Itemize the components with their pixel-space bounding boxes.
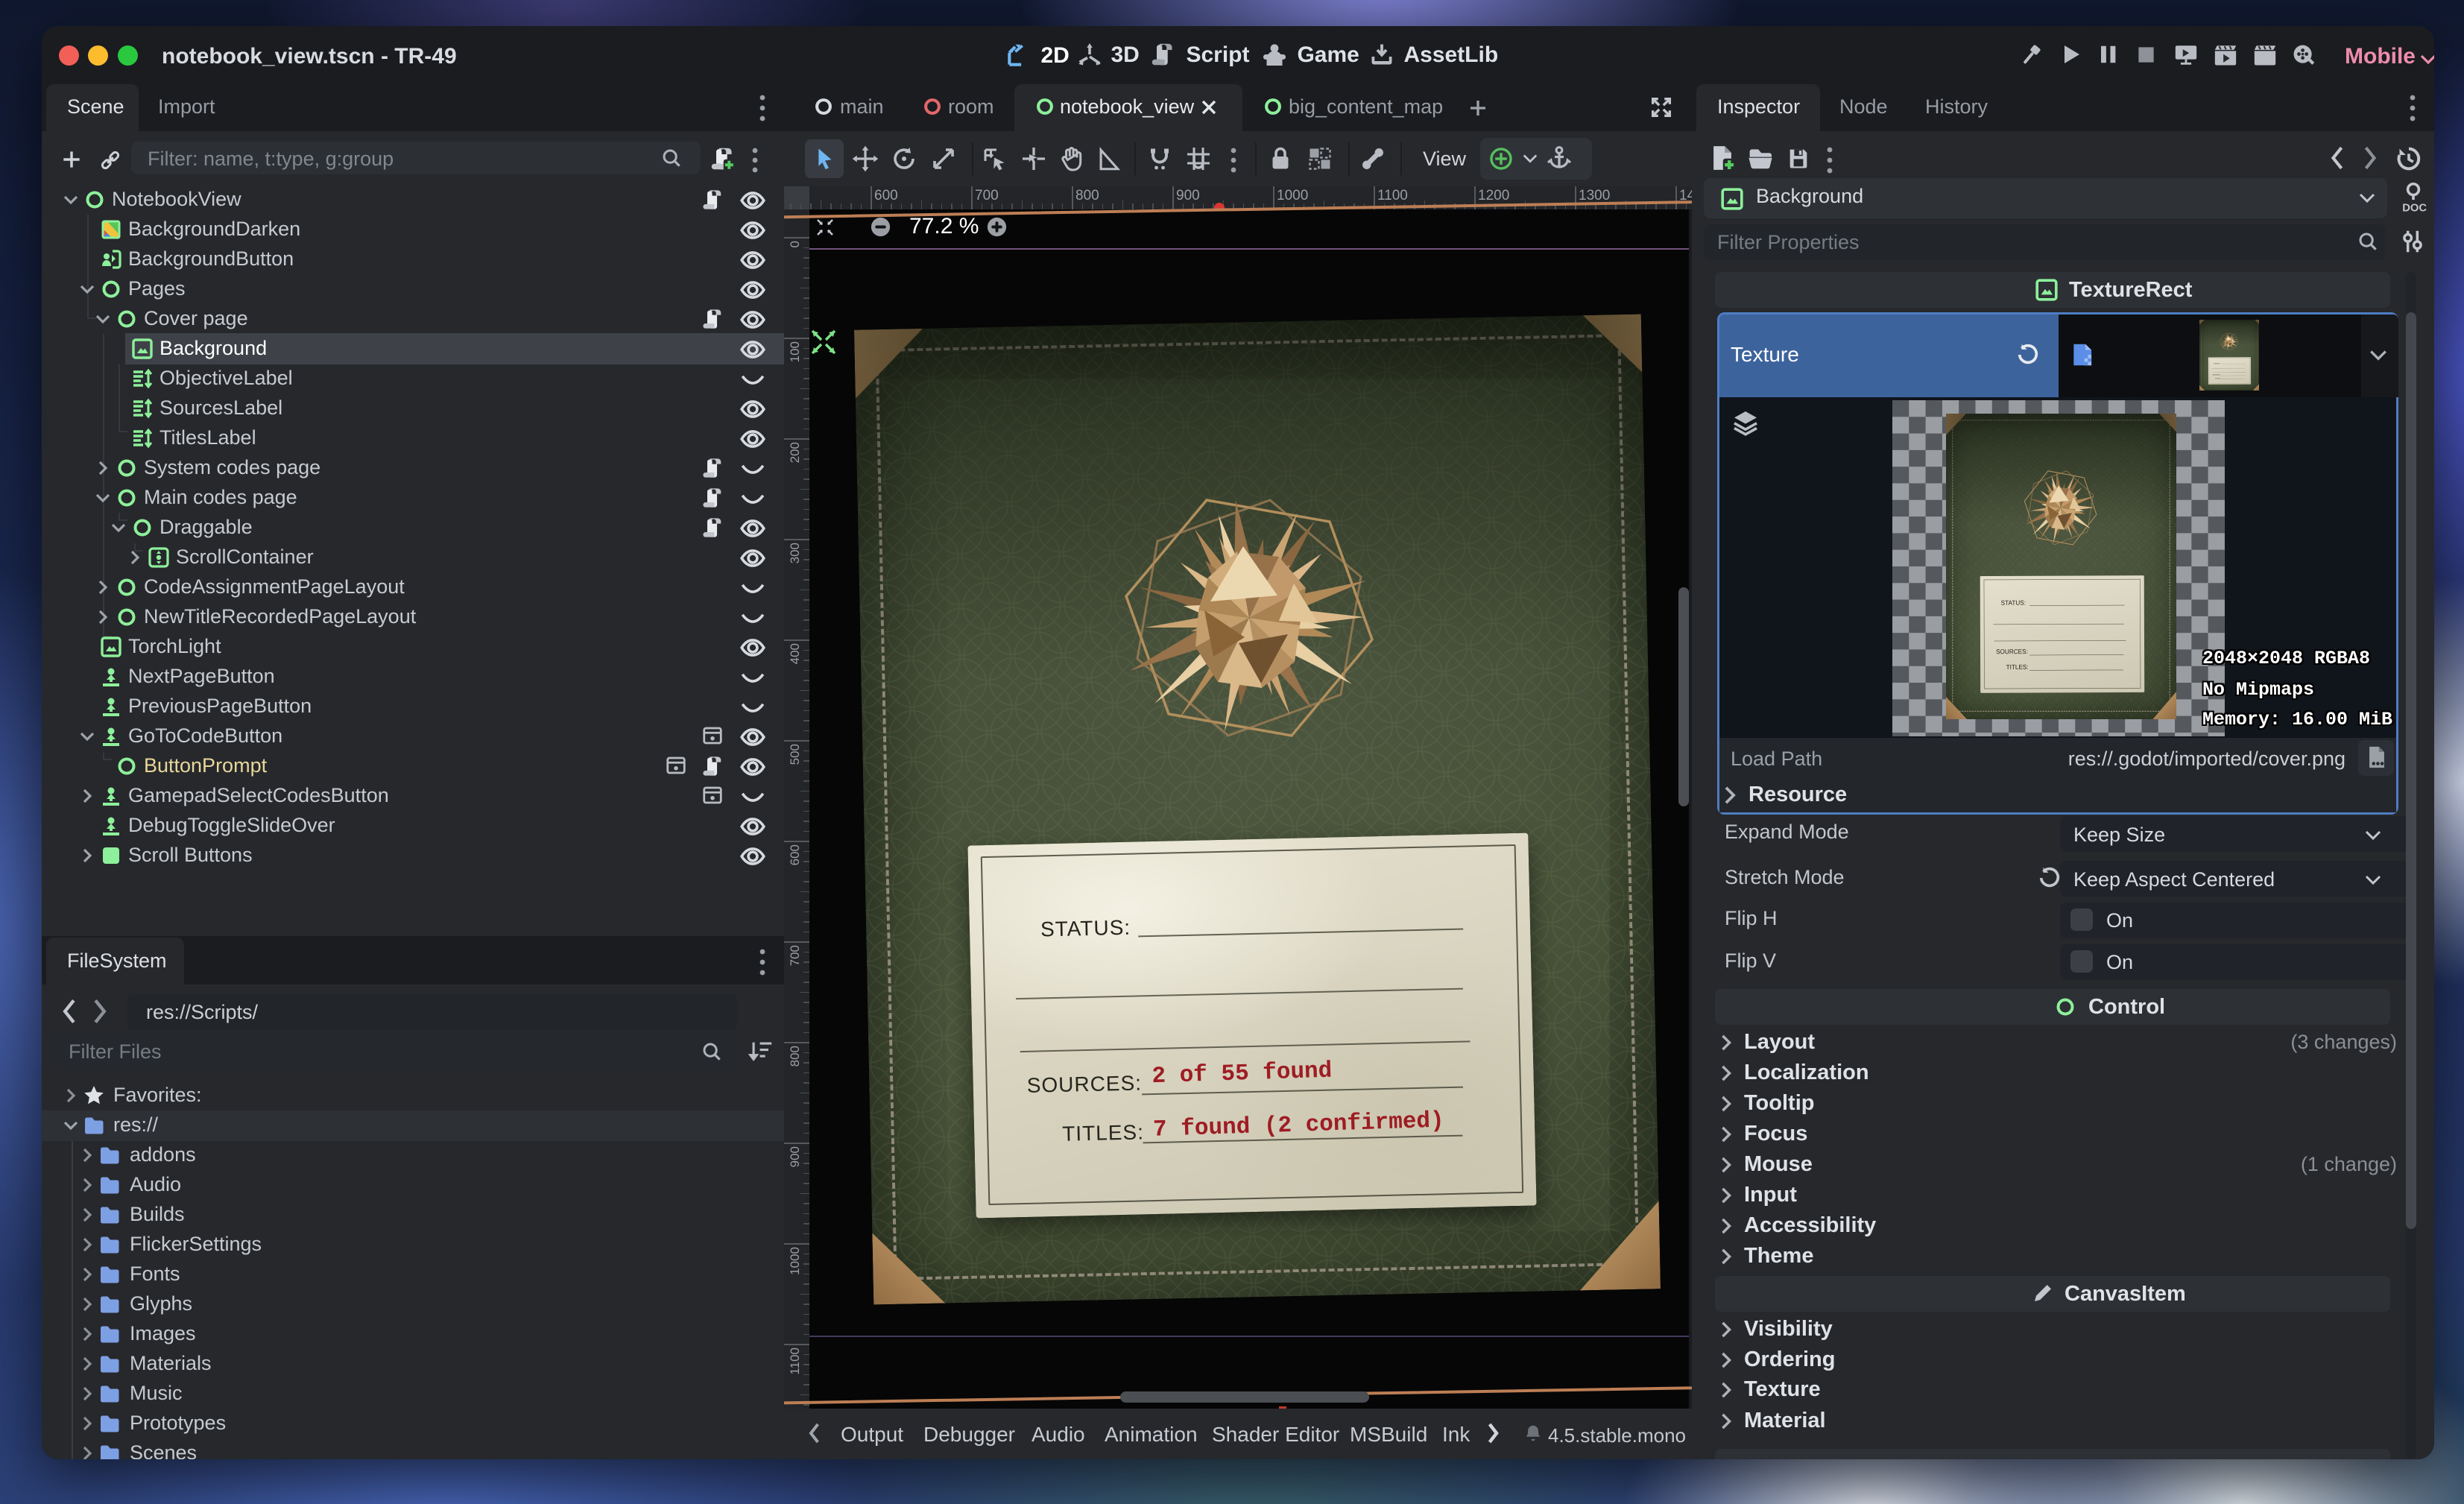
svg-text:DOC: DOC <box>2402 203 2427 214</box>
